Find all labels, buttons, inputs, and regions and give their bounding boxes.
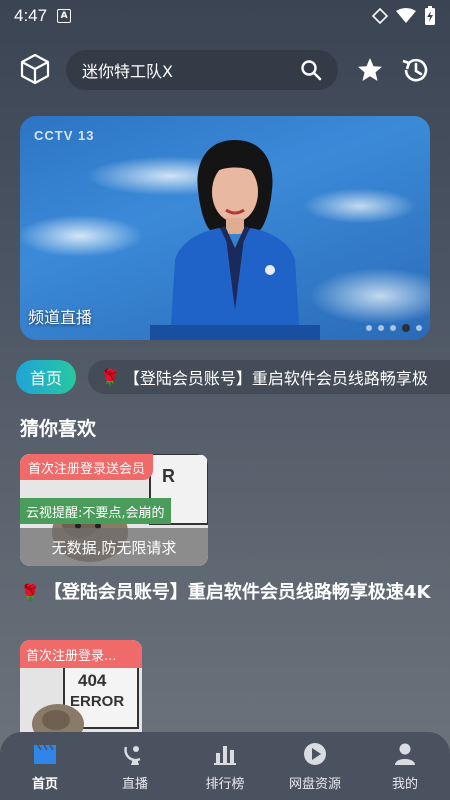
section-title: 猜你喜欢: [20, 418, 97, 440]
person-icon: [395, 743, 415, 765]
cube-logo-icon[interactable]: [18, 52, 52, 86]
rose-icon: 🌹: [20, 583, 40, 602]
nav-item-live[interactable]: 直播: [90, 732, 180, 800]
pagination-dot[interactable]: [378, 325, 384, 331]
banner-label: 频道直播: [28, 308, 93, 327]
search-input[interactable]: 迷你特工队X: [66, 50, 338, 90]
warning-tag: 云视提醒:不要点,会崩的: [20, 498, 171, 524]
nav-label: 网盘资源: [288, 776, 341, 792]
item-title[interactable]: 🌹 【登陆会员账号】重启软件会员线路畅享极速4K: [20, 578, 432, 608]
card-caption: 无数据,防无限请求: [20, 528, 208, 566]
promo-tag: 首次注册登录送会员: [20, 454, 154, 480]
notice-row: 首页 🌹 【登陆会员账号】重启软件会员线路畅享极: [16, 360, 450, 394]
video-card[interactable]: 404 ERROR 首次注册登录...: [20, 640, 142, 740]
clapperboard-icon: [34, 744, 56, 764]
satellite-dish-icon: [124, 745, 141, 765]
bar-chart-icon: [214, 745, 236, 765]
top-bar: 迷你特工队X: [0, 48, 450, 92]
error-text: ERROR: [70, 693, 124, 710]
search-query-text: 迷你特工队X: [82, 62, 173, 81]
signal-diamond-icon: [372, 8, 388, 24]
play-circle-icon: [304, 742, 326, 765]
banner-pagination: [366, 324, 422, 332]
notification-icon: A: [57, 9, 72, 23]
announcement-text: 【登陆会员账号】重启软件会员线路畅享极: [123, 369, 428, 388]
star-icon[interactable]: [356, 56, 384, 84]
pagination-dot[interactable]: [366, 325, 372, 331]
live-channel-banner[interactable]: CCTV 13 频道直播: [20, 116, 430, 340]
bottom-navigation: 首页 直播 排行榜 网盘资源 我的: [0, 732, 450, 800]
item-title-text: 【登陆会员账号】重启软件会员线路畅享极速4K: [43, 582, 431, 603]
pagination-dot[interactable]: [390, 325, 396, 331]
svg-text:R: R: [162, 466, 175, 486]
nav-item-cloud-resources[interactable]: 网盘资源: [270, 732, 360, 800]
wifi-icon: [396, 8, 416, 23]
status-time: 4:47: [14, 6, 48, 25]
pagination-dot-active[interactable]: [402, 324, 410, 332]
pagination-dot[interactable]: [416, 325, 422, 331]
error-code-text: 404: [78, 671, 107, 690]
recommend-card[interactable]: R 首次注册登录送会员 云视提醒:不要点,会崩的 无数据,防无限请求: [20, 454, 208, 566]
battery-icon: [425, 6, 435, 25]
channel-logo: CCTV 13: [34, 128, 95, 143]
nav-label: 首页: [31, 776, 58, 792]
history-icon[interactable]: [400, 55, 430, 85]
nav-item-ranking[interactable]: 排行榜: [180, 732, 270, 800]
rose-icon: 🌹: [100, 367, 120, 387]
search-icon[interactable]: [300, 59, 322, 81]
nav-label: 直播: [121, 776, 148, 792]
home-chip-button[interactable]: 首页: [16, 360, 76, 394]
announcement-marquee[interactable]: 🌹 【登陆会员账号】重启软件会员线路畅享极: [88, 360, 450, 394]
nav-item-profile[interactable]: 我的: [360, 732, 450, 800]
nav-item-home[interactable]: 首页: [0, 732, 90, 800]
nav-label: 排行榜: [205, 776, 245, 792]
news-anchor-image: [150, 140, 320, 340]
nav-label: 我的: [391, 776, 418, 792]
status-bar: 4:47 A: [0, 0, 450, 32]
promo-tag: 首次注册登录...: [20, 640, 142, 668]
